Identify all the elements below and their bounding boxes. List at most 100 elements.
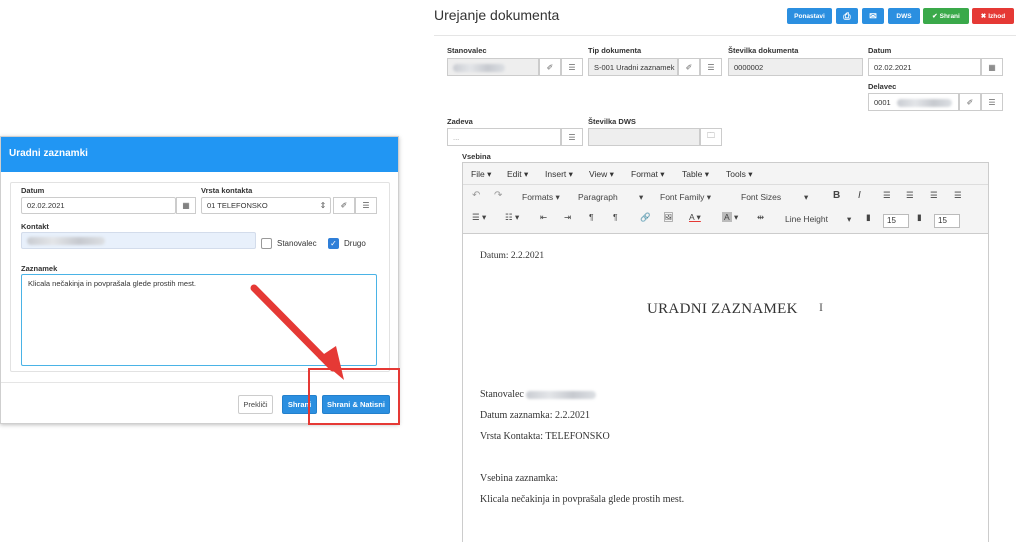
content-stanovalec: Stanovalec: [480, 389, 597, 400]
content-vsebina-text: Klicala nečakinja in povpraša​la glede p…: [480, 494, 685, 505]
dws-button[interactable]: DWS: [888, 8, 920, 24]
zadeva-input[interactable]: ...: [447, 128, 561, 146]
stevilka-dokumenta-label: Številka dokumenta: [728, 46, 799, 55]
editor-toolbar-row-2: ☰ ▾ ☷ ▾ ⇤ ⇥ ¶ ¶ 🔗 🖼 A ▾ A ▾ ⇹ Line Heigh…: [463, 212, 988, 234]
list-icon[interactable]: ☰: [700, 58, 722, 76]
stevilka-dokumenta-input: 0000002: [728, 58, 863, 76]
menu-file[interactable]: File ▾: [471, 169, 491, 180]
link-icon[interactable]: 🔗: [640, 212, 651, 223]
calendar-icon[interactable]: ▦: [176, 197, 196, 214]
delavec-input[interactable]: 0001: [868, 93, 959, 111]
vrsta-kontakta-label: Vrsta kontakta: [201, 186, 253, 195]
font-family-label: Font Family: [660, 192, 705, 202]
align-justify-icon[interactable]: ☰: [954, 190, 962, 201]
text-cursor-icon: I: [819, 300, 823, 314]
numbered-list-icon[interactable]: ☷ ▾: [505, 212, 519, 223]
menu-format-label: Format: [631, 169, 658, 179]
align-right-icon[interactable]: ☰: [930, 190, 938, 201]
redacted-worker: [896, 99, 952, 108]
menu-edit[interactable]: Edit ▾: [507, 169, 528, 180]
drugo-checkbox-label: Drugo: [344, 239, 366, 248]
editor-content[interactable]: Datum: 2.2.2021 URADNI ZAZNAMEK I Stanov…: [463, 234, 988, 542]
stanovalec-input[interactable]: [447, 58, 539, 76]
list-icon[interactable]: ☰: [981, 93, 1003, 111]
eraser-icon[interactable]: ✐: [678, 58, 700, 76]
calendar-icon[interactable]: ▦: [981, 58, 1003, 76]
menu-view[interactable]: View ▾: [589, 169, 614, 180]
datum-label: Datum: [868, 46, 892, 55]
izhod-button-label: Izhod: [988, 12, 1006, 20]
folder-icon[interactable]: 🗀: [700, 128, 722, 146]
horizontal-rule-icon[interactable]: ⇹: [757, 212, 764, 223]
eraser-icon[interactable]: ✐: [539, 58, 561, 76]
stevilka-dws-label: Številka DWS: [588, 117, 636, 126]
editor-menubar: File ▾ Edit ▾ Insert ▾ View ▾ Format ▾ T…: [463, 163, 988, 185]
menu-insert[interactable]: Insert ▾: [545, 169, 573, 180]
delavec-value: 0001: [874, 98, 891, 107]
print-icon[interactable]: ⎙: [836, 8, 858, 24]
datum-input[interactable]: 02.02.2021: [21, 197, 176, 214]
shrani-button[interactable]: ✔ Shrani: [923, 8, 969, 24]
outdent-icon[interactable]: ⇤: [540, 212, 547, 223]
spinner-icon[interactable]: ⇕: [317, 198, 329, 213]
email-icon[interactable]: ✉: [862, 8, 884, 24]
image-icon[interactable]: 🖼: [663, 212, 674, 223]
rich-text-editor: File ▾ Edit ▾ Insert ▾ View ▾ Format ▾ T…: [462, 162, 989, 542]
align-left-icon[interactable]: ☰: [883, 190, 891, 201]
tip-dokumenta-input[interactable]: S-001 Uradni zaznamek: [588, 58, 678, 76]
tip-dokumenta-label: Tip dokumenta: [588, 46, 642, 55]
ltr-icon[interactable]: ¶: [589, 212, 594, 222]
bullet-list-icon[interactable]: ☰ ▾: [472, 212, 486, 223]
content-title: URADNI ZAZNAMEK: [647, 301, 798, 317]
formats-dropdown[interactable]: Formats ▾: [522, 192, 560, 203]
align-center-icon[interactable]: ☰: [906, 190, 914, 201]
paragraph-dropdown-chevron-icon[interactable]: ▾: [639, 192, 643, 203]
zaznamek-label: Zaznamek: [21, 264, 58, 273]
text-color-icon[interactable]: A ▾: [689, 212, 701, 223]
undo-icon[interactable]: ↶: [472, 190, 480, 201]
eraser-icon[interactable]: ✐: [333, 197, 355, 214]
paragraph-spacing-after-icon: ▮: [917, 212, 922, 222]
redo-icon[interactable]: ↷: [494, 190, 502, 201]
line-height-label: Line Height: [785, 214, 829, 224]
italic-icon[interactable]: I: [858, 190, 861, 201]
bold-icon[interactable]: B: [833, 190, 840, 201]
line-height-chevron-icon[interactable]: ▾: [847, 214, 851, 225]
rtl-icon[interactable]: ¶: [613, 212, 618, 222]
ponastavi-button[interactable]: Ponastavi: [787, 8, 832, 24]
zaznamek-textarea[interactable]: Klicala nečakinja in povpraša​la glede p…: [21, 274, 377, 366]
list-icon[interactable]: ☰: [561, 128, 583, 146]
paragraph-dropdown[interactable]: Paragraph: [578, 192, 618, 202]
dialog-form: Datum 02.02.2021 ▦ Vrsta kontakta 01 TEL…: [10, 182, 390, 372]
stanovalec-checkbox[interactable]: [261, 238, 272, 249]
kontakt-label: Kontakt: [21, 222, 49, 231]
menu-tools[interactable]: Tools ▾: [726, 169, 752, 180]
callout-highlight-box: [308, 368, 400, 425]
zadeva-label: Zadeva: [447, 117, 473, 126]
spacing-before-input[interactable]: 15: [883, 214, 909, 228]
izhod-button[interactable]: ✖ Izhod: [972, 8, 1014, 24]
menu-format[interactable]: Format ▾: [631, 169, 665, 180]
font-sizes-chevron-icon[interactable]: ▾: [804, 192, 808, 203]
menu-table-label: Table: [682, 169, 703, 179]
header-divider: [434, 35, 1016, 36]
font-sizes-dropdown[interactable]: Font Sizes: [741, 192, 781, 202]
check-icon: ✔: [932, 13, 938, 20]
drugo-checkbox[interactable]: ✓: [328, 238, 339, 249]
font-family-dropdown[interactable]: Font Family ▾: [660, 192, 711, 203]
paragraph-spacing-icon: ▮: [866, 212, 871, 222]
indent-icon[interactable]: ⇥: [564, 212, 571, 223]
eraser-icon[interactable]: ✐: [959, 93, 981, 111]
list-icon[interactable]: ☰: [355, 197, 377, 214]
cancel-button[interactable]: Prekliči: [238, 395, 273, 414]
datum-input[interactable]: 02.02.2021: [868, 58, 981, 76]
vrsta-kontakta-input[interactable]: 01 TELEFONSKO: [201, 197, 331, 214]
line-height-dropdown[interactable]: Line Height: [785, 214, 828, 224]
menu-table[interactable]: Table ▾: [682, 169, 709, 180]
list-icon[interactable]: ☰: [561, 58, 583, 76]
background-color-icon[interactable]: A ▾: [722, 212, 738, 223]
stanovalec-label: Stanovalec: [447, 46, 487, 55]
kontakt-input[interactable]: [21, 232, 256, 249]
spacing-after-input[interactable]: 15: [934, 214, 960, 228]
delavec-label: Delavec: [868, 82, 897, 91]
